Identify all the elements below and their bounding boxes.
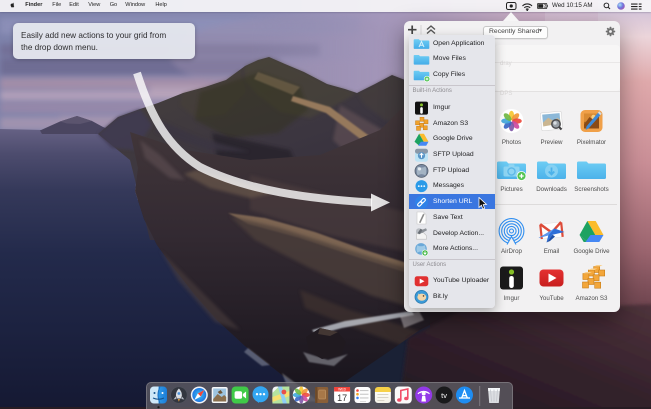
svg-text:WED: WED: [338, 387, 346, 391]
svg-text:tv: tv: [441, 390, 447, 399]
svg-text:17: 17: [337, 393, 347, 403]
